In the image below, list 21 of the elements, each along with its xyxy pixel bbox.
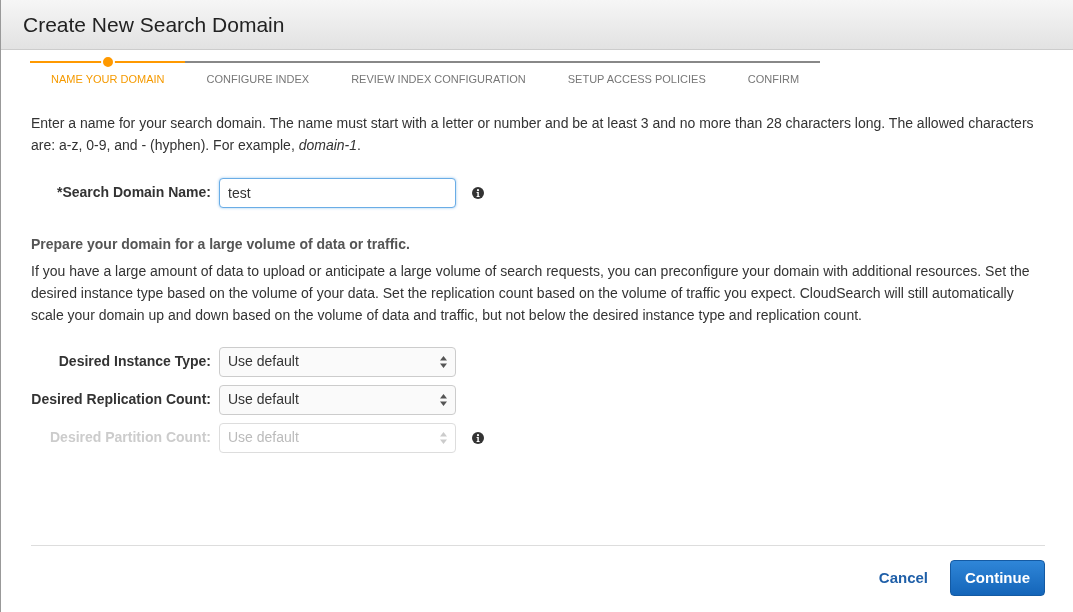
dialog-title: Create New Search Domain [23, 11, 285, 38]
updown-arrows-icon [440, 393, 447, 406]
dropdown-select[interactable]: Use default [219, 346, 456, 377]
section-description: If you have a large amount of data to upload or anticipate a large volume of search requests, you can preconfigure your domain with additional resources. Set the desired instance type based on the volume of your data. Set the replication count based on the volume of traffic you expect. CloudSearch will still automatically scale your domain up and down based on the volume of data and traffic, but not below the desired instance type and replication count. [31, 261, 1031, 325]
wizard-step[interactable]: CONFIRM [726, 55, 821, 88]
section-heading: Prepare your domain for a large volume of data or traffic. [31, 234, 411, 254]
field-label: Desired Instance Type: [57, 352, 211, 371]
field-label: *Search Domain Name: [55, 183, 211, 202]
instructions-text: Enter a name for your search domain. The name must start with a letter or number and be at least 3 and no more than 28 characters long. The allowed characters are: a-z, 0-9, and - (hyphen). For example, domain-1. [31, 113, 1035, 155]
field-label: Desired Replication Count: [30, 390, 211, 409]
wizard-step[interactable]: REVIEW INDEX CONFIGURATION [330, 55, 547, 88]
wizard-step[interactable]: CONFIGURE INDEX [185, 55, 331, 88]
continue-button[interactable]: Continue [950, 559, 1045, 596]
updown-arrows-icon [440, 431, 447, 444]
info-icon[interactable] [472, 186, 484, 199]
dropdown-select: Use default [219, 422, 456, 453]
cancel-link[interactable]: Cancel [878, 566, 928, 589]
dropdown-select[interactable]: Use default [219, 384, 456, 415]
search-domain-name-field[interactable]: test [219, 177, 456, 208]
updown-arrows-icon [440, 355, 447, 368]
wizard-step[interactable]: SETUP ACCESS POLICIES [546, 55, 727, 88]
